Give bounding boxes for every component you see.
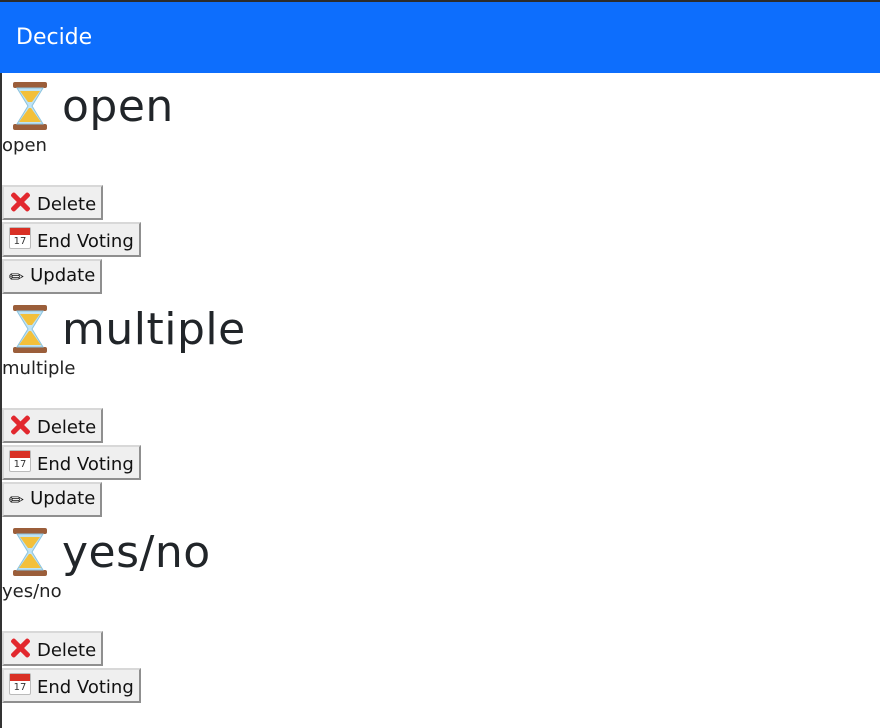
poll-title: multiple <box>2 296 880 362</box>
update-button[interactable]: ✏ Update <box>2 259 103 294</box>
calendar-icon: 17 <box>9 227 31 249</box>
delete-label: Delete <box>37 194 97 215</box>
delete-label: Delete <box>37 640 97 661</box>
poll-title: open <box>2 73 880 139</box>
delete-button[interactable]: Delete <box>2 185 104 220</box>
poll-item: yes/no yes/no Delete 17 End Voting <box>2 519 880 703</box>
calendar-icon: 17 <box>9 450 31 472</box>
hourglass-icon <box>2 524 58 580</box>
delete-button[interactable]: Delete <box>2 408 104 443</box>
end-voting-button[interactable]: 17 End Voting <box>2 445 141 480</box>
end-voting-button[interactable]: 17 End Voting <box>2 222 141 257</box>
cross-mark-icon <box>9 413 31 435</box>
hourglass-icon <box>2 301 58 357</box>
update-button[interactable]: ✏ Update <box>2 482 103 517</box>
end-voting-label: End Voting <box>37 677 134 698</box>
poll-list: open open Delete 17End Voting ✏Update <box>0 73 880 728</box>
poll-title-text: multiple <box>62 303 246 355</box>
update-label: Update <box>30 265 96 286</box>
end-voting-label: End Voting <box>37 231 134 252</box>
poll-title-text: yes/no <box>62 526 211 578</box>
delete-label: Delete <box>37 417 97 438</box>
update-label: Update <box>30 488 96 509</box>
navbar: Decide <box>0 2 880 73</box>
poll-description: yes/no <box>2 581 62 602</box>
poll-title-text: open <box>62 80 174 132</box>
delete-button[interactable]: Delete <box>2 631 104 666</box>
cross-mark-icon <box>9 190 31 212</box>
end-voting-label: End Voting <box>37 454 134 475</box>
cross-mark-icon <box>9 636 31 658</box>
pencil-icon: ✏ <box>9 490 25 511</box>
poll-description: multiple <box>2 358 76 379</box>
poll-item: multiple multiple Delete 17 End Voting ✏ U… <box>2 296 880 517</box>
end-voting-button[interactable]: 17 End Voting <box>2 668 141 703</box>
calendar-icon: 17 <box>9 673 31 695</box>
poll-description: open <box>2 135 47 156</box>
pencil-icon: ✏ <box>9 267 25 288</box>
poll-title: yes/no <box>2 519 880 585</box>
navbar-title[interactable]: Decide <box>16 25 92 50</box>
poll-item: open open Delete 17 End Voting ✏ Update <box>2 73 880 294</box>
hourglass-icon <box>2 78 58 134</box>
